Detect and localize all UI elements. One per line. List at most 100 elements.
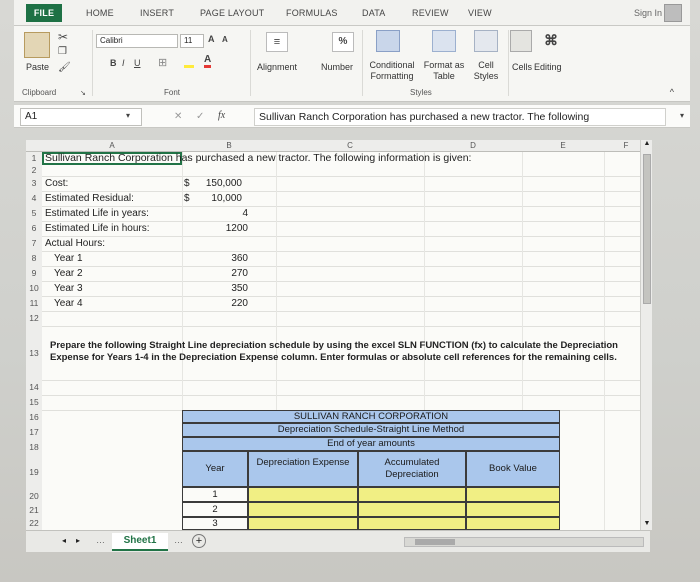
table-year-cell[interactable]: 2 xyxy=(182,502,248,517)
row-header[interactable]: 4 xyxy=(26,191,42,206)
insert-function-icon[interactable]: fx xyxy=(218,110,225,121)
tab-view[interactable]: VIEW xyxy=(468,8,492,18)
formula-input[interactable]: Sullivan Ranch Corporation has purchased… xyxy=(254,108,666,126)
name-box[interactable]: A1 xyxy=(20,108,142,126)
cell-styles-button[interactable]: Cell Styles xyxy=(468,60,504,82)
alignment-icon[interactable]: ≡ xyxy=(266,32,288,52)
table-year-cell[interactable]: 1 xyxy=(182,487,248,502)
row-header[interactable]: 19 xyxy=(26,455,42,489)
horizontal-scrollbar[interactable] xyxy=(404,537,644,547)
format-as-table-button[interactable]: Format as Table xyxy=(422,60,466,82)
cell-a7[interactable]: Actual Hours: xyxy=(45,238,105,249)
name-box-dropdown-icon[interactable]: ▾ xyxy=(126,111,130,120)
table-dep-expense-cell[interactable] xyxy=(248,502,358,517)
number-button[interactable]: Number xyxy=(321,62,353,72)
more-sheets-right-icon[interactable]: … xyxy=(174,535,183,545)
row-header[interactable]: 7 xyxy=(26,236,42,251)
cell-b8[interactable]: 360 xyxy=(202,253,248,264)
table-title-period[interactable]: End of year amounts xyxy=(182,437,560,451)
italic-icon[interactable]: I xyxy=(122,58,125,68)
sheet-tab-sheet1[interactable]: Sheet1 xyxy=(112,533,168,551)
font-name-select[interactable]: Calibri xyxy=(96,34,178,48)
table-acc-dep-cell[interactable] xyxy=(358,517,466,530)
cell-a10[interactable]: Year 3 xyxy=(54,283,83,294)
cells-icon[interactable] xyxy=(510,30,532,52)
underline-icon[interactable]: U xyxy=(134,58,141,68)
row-header[interactable]: 10 xyxy=(26,281,42,296)
table-title-method[interactable]: Depreciation Schedule-Straight Line Meth… xyxy=(182,423,560,437)
cell-a1[interactable]: Sullivan Ranch Corporation has purchased… xyxy=(45,152,471,164)
table-acc-dep-cell[interactable] xyxy=(358,502,466,517)
alignment-button[interactable]: Alignment xyxy=(257,62,297,72)
row-header[interactable]: 3 xyxy=(26,176,42,191)
conditional-formatting-button[interactable]: Conditional Formatting xyxy=(362,60,422,82)
tab-home[interactable]: HOME xyxy=(86,8,114,18)
table-book-value-cell[interactable] xyxy=(466,517,560,530)
cell-b10[interactable]: 350 xyxy=(202,283,248,294)
cell-a9[interactable]: Year 2 xyxy=(54,268,83,279)
scrollbar-thumb[interactable] xyxy=(643,154,651,304)
tab-review[interactable]: REVIEW xyxy=(412,8,449,18)
more-sheets-left-icon[interactable]: … xyxy=(96,535,105,545)
vertical-scrollbar[interactable]: ▲ ▼ xyxy=(640,140,652,530)
paste-icon[interactable] xyxy=(24,32,50,58)
table-dep-expense-cell[interactable] xyxy=(248,487,358,502)
fill-color-icon[interactable] xyxy=(184,56,194,68)
row-header[interactable]: 11 xyxy=(26,296,42,311)
column-header-e[interactable]: E xyxy=(522,140,604,152)
grow-font-icon[interactable]: A xyxy=(208,34,215,44)
row-header[interactable]: 6 xyxy=(26,221,42,236)
tab-page-layout[interactable]: PAGE LAYOUT xyxy=(200,8,264,18)
row-header[interactable]: 14 xyxy=(26,380,42,395)
conditional-formatting-icon[interactable] xyxy=(376,30,400,52)
font-size-select[interactable]: 11 xyxy=(180,34,204,48)
table-header-accumulated-depreciation[interactable]: Accumulated Depreciation xyxy=(358,451,466,487)
avatar[interactable] xyxy=(664,4,682,22)
horizontal-scrollbar-thumb[interactable] xyxy=(415,539,455,545)
tab-formulas[interactable]: FORMULAS xyxy=(286,8,338,18)
row-header[interactable]: 16 xyxy=(26,410,42,425)
row-header[interactable]: 5 xyxy=(26,206,42,221)
row-header[interactable]: 1 xyxy=(26,152,42,164)
cell-a11[interactable]: Year 4 xyxy=(54,298,83,309)
paste-button[interactable]: Paste xyxy=(26,62,49,72)
cell-b4[interactable]: 10,000 xyxy=(202,193,242,204)
add-sheet-icon[interactable]: + xyxy=(192,534,206,548)
sign-in-link[interactable]: Sign In xyxy=(634,8,662,18)
table-header-year[interactable]: Year xyxy=(182,451,248,487)
row-header[interactable]: 9 xyxy=(26,266,42,281)
row-header[interactable]: 18 xyxy=(26,440,42,455)
scroll-down-icon[interactable]: ▼ xyxy=(642,520,652,530)
row-header[interactable]: 13 xyxy=(26,326,42,380)
table-title-company[interactable]: SULLIVAN RANCH CORPORATION xyxy=(182,410,560,423)
cell-b11[interactable]: 220 xyxy=(202,298,248,309)
table-header-book-value[interactable]: Book Value xyxy=(466,451,560,487)
row-header[interactable]: 8 xyxy=(26,251,42,266)
cell-b5[interactable]: 4 xyxy=(202,208,248,219)
row-header[interactable]: 17 xyxy=(26,425,42,440)
cell-a5[interactable]: Estimated Life in years: xyxy=(45,208,149,219)
cancel-icon[interactable]: ✕ xyxy=(174,111,182,122)
cut-icon[interactable]: ✂ xyxy=(58,30,68,44)
column-header-c[interactable]: C xyxy=(276,140,424,152)
cells-button[interactable]: Cells xyxy=(512,62,532,72)
cell-a13-instructions[interactable]: Prepare the following Straight Line depr… xyxy=(50,340,628,364)
next-sheet-icon[interactable]: ▸ xyxy=(76,536,80,545)
enter-icon[interactable]: ✓ xyxy=(196,111,204,122)
cell-b9[interactable]: 270 xyxy=(202,268,248,279)
table-dep-expense-cell[interactable] xyxy=(248,517,358,530)
tab-file[interactable]: FILE xyxy=(26,4,62,22)
cell-a3[interactable]: Cost: xyxy=(45,178,68,189)
copy-icon[interactable]: ❐ xyxy=(58,46,67,57)
column-header-d[interactable]: D xyxy=(424,140,522,152)
prev-sheet-icon[interactable]: ◂ xyxy=(62,536,66,545)
column-header-a[interactable]: A xyxy=(42,140,182,152)
editing-button[interactable]: Editing xyxy=(534,62,562,72)
table-year-cell[interactable]: 3 xyxy=(182,517,248,530)
cell-b3[interactable]: 150,000 xyxy=(202,178,242,189)
table-book-value-cell[interactable] xyxy=(466,502,560,517)
format-painter-icon[interactable]: 🖌 xyxy=(58,62,71,73)
row-header[interactable]: 15 xyxy=(26,395,42,410)
column-header-b[interactable]: B xyxy=(182,140,276,152)
cell-a8[interactable]: Year 1 xyxy=(54,253,83,264)
